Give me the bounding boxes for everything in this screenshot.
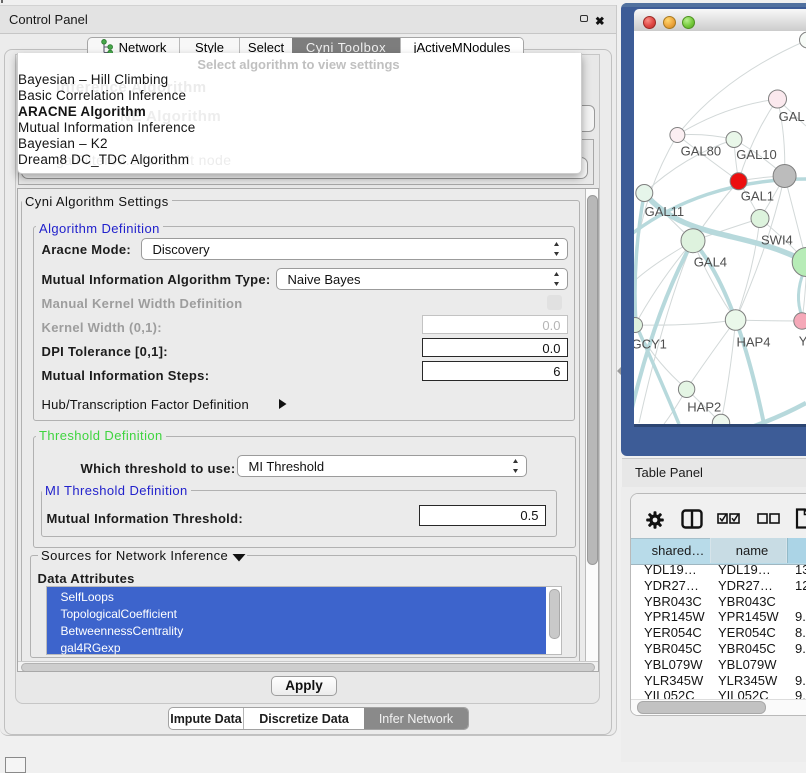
svg-text:GAL10: GAL10 xyxy=(736,147,776,162)
svg-text:GAL4: GAL4 xyxy=(694,255,727,270)
svg-text:GAL: GAL xyxy=(779,109,805,124)
svg-text:Y: Y xyxy=(799,334,806,349)
svg-text:SWI4: SWI4 xyxy=(761,233,793,248)
svg-text:GAL80: GAL80 xyxy=(681,144,721,159)
svg-text:GAL11: GAL11 xyxy=(645,204,685,219)
svg-text:HAP4: HAP4 xyxy=(737,335,771,350)
svg-text:GAL1: GAL1 xyxy=(741,189,774,204)
svg-text:HAP2: HAP2 xyxy=(687,400,721,415)
svg-text:GCY1: GCY1 xyxy=(634,337,667,352)
